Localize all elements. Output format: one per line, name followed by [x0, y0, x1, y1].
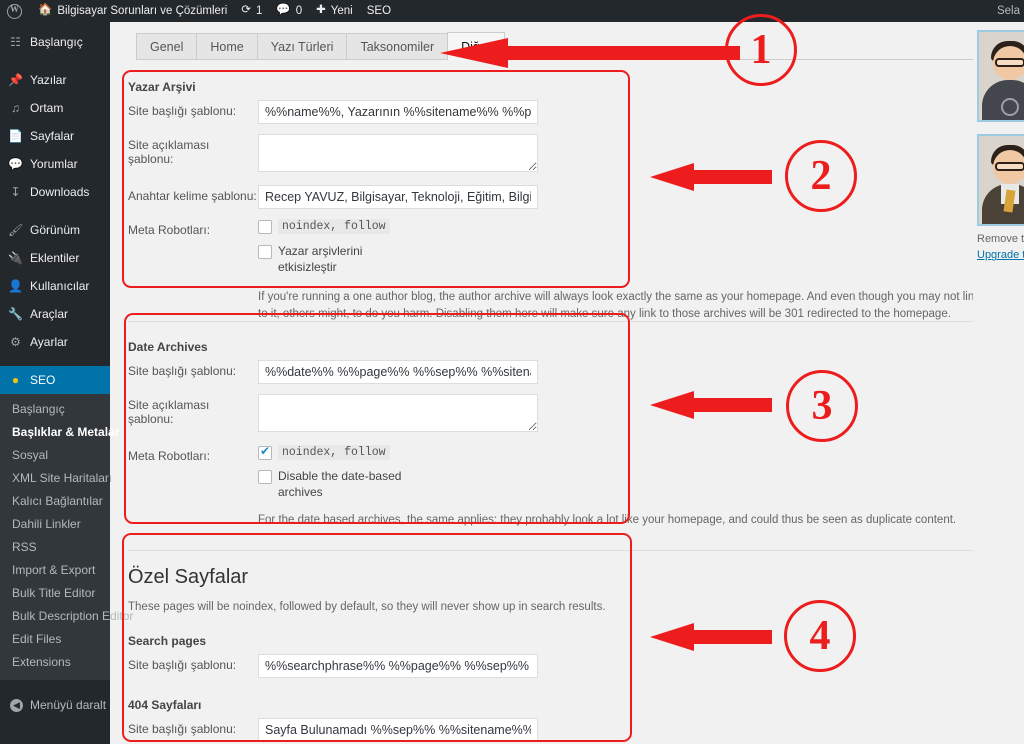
- highlight-box-special-pages: [122, 533, 632, 742]
- tab-home[interactable]: Home: [196, 33, 258, 59]
- pin-icon: 📌: [8, 73, 23, 87]
- seo-label: SEO: [366, 5, 392, 17]
- sidebar-item-label: Başlangıç: [30, 35, 83, 49]
- tab-genel[interactable]: Genel: [136, 33, 198, 59]
- avatar: [977, 134, 1024, 226]
- tab-yazi-turleri[interactable]: Yazı Türleri: [256, 33, 348, 59]
- account-label: Sela: [996, 5, 1020, 17]
- sidebar-item-yazilar[interactable]: 📌 Yazılar: [0, 66, 110, 94]
- sidebar-item-downloads[interactable]: ↧ Downloads: [0, 178, 110, 206]
- dashboard-icon: ☷: [10, 35, 21, 49]
- sidebar-item-label: Ortam: [30, 101, 64, 115]
- submenu-item-import-export[interactable]: Import & Export: [0, 559, 110, 582]
- sidebar-item-araclar[interactable]: 🔧 Araçlar: [0, 300, 110, 328]
- sidebar-item-label: Sayfalar: [30, 129, 75, 143]
- promo-sidebar: Remove t Upgrade t: [973, 22, 1024, 744]
- tab-taksonomiler[interactable]: Taksonomiler: [346, 33, 449, 59]
- account-menu[interactable]: Sela: [990, 0, 1024, 22]
- sidebar-item-seo[interactable]: ● SEO: [0, 366, 118, 394]
- sidebar-item-label: Ayarlar: [30, 335, 68, 349]
- submenu-item-bulk-title-editor[interactable]: Bulk Title Editor: [0, 582, 110, 605]
- seo-menu[interactable]: SEO: [360, 0, 398, 22]
- submenu-item-sosyal[interactable]: Sosyal: [0, 444, 110, 467]
- seo-submenu: Başlangıç Başlıklar & Metalar Sosyal XML…: [0, 394, 133, 680]
- submenu-item-kalici-baglantilar[interactable]: Kalıcı Bağlantılar: [0, 490, 110, 513]
- sidebar-item-label: SEO: [30, 373, 56, 387]
- sidebar-item-sayfalar[interactable]: 📄 Sayfalar: [0, 122, 110, 150]
- plus-icon: ✚: [316, 4, 326, 17]
- sidebar-item-kullanicilar[interactable]: 👤 Kullanıcılar: [0, 272, 110, 300]
- submenu-item-rss[interactable]: RSS: [0, 536, 110, 559]
- updates-menu[interactable]: ⟳ 1: [234, 0, 269, 22]
- admin-bar: 🏠 Bilgisayar Sorunları ve Çözümleri ⟳ 1 …: [0, 0, 1024, 22]
- sidebar-item-label: Kullanıcılar: [30, 279, 90, 293]
- annotation-marker-4: 4: [784, 600, 856, 672]
- submenu-item-bulk-description-editor[interactable]: Bulk Description Editor: [0, 605, 133, 628]
- tools-icon: 🔧: [8, 307, 23, 321]
- collapse-arrow-icon: ◀: [10, 698, 23, 712]
- submenu-item-basliklar-metalar[interactable]: Başlıklar & Metalar: [0, 421, 119, 444]
- plugins-icon: 🔌: [8, 251, 23, 265]
- appearance-icon: 🖌: [8, 223, 24, 237]
- download-icon: ↧: [10, 185, 21, 199]
- annotation-arrow-2: [650, 163, 772, 191]
- media-icon: ♫: [11, 101, 20, 115]
- avatar: [977, 30, 1024, 122]
- screen: 🏠 Bilgisayar Sorunları ve Çözümleri ⟳ 1 …: [0, 0, 1024, 744]
- sidebar-item-eklentiler[interactable]: 🔌 Eklentiler: [0, 244, 110, 272]
- new-label: Yeni: [330, 5, 353, 17]
- collapse-menu-button[interactable]: ◀ Menüyü daralt: [0, 690, 110, 720]
- updates-count: 1: [255, 5, 263, 17]
- sidebar-item-label: Downloads: [30, 185, 90, 199]
- settings-icon: ⚙: [10, 335, 21, 349]
- yoast-seo-icon: ●: [11, 373, 20, 387]
- highlight-box-author-archive: [122, 70, 630, 288]
- comment-icon: 💬: [276, 4, 291, 17]
- sidebar-item-baslangic[interactable]: ☷ Başlangıç: [0, 28, 110, 56]
- upgrade-link[interactable]: Upgrade t: [977, 249, 1024, 261]
- site-name-menu[interactable]: 🏠 Bilgisayar Sorunları ve Çözümleri: [31, 0, 234, 22]
- submenu-item-dahili-linkler[interactable]: Dahili Linkler: [0, 513, 110, 536]
- sidebar-item-ayarlar[interactable]: ⚙ Ayarlar: [0, 328, 110, 356]
- annotation-arrow-3: [650, 391, 772, 419]
- remove-ads-text: Remove t: [977, 233, 1024, 245]
- submenu-item-xml-site-haritalari[interactable]: XML Site Haritaları: [0, 467, 112, 490]
- sidebar-item-label: Araçlar: [30, 307, 69, 321]
- annotation-marker-2: 2: [785, 140, 857, 212]
- submenu-item-edit-files[interactable]: Edit Files: [0, 628, 110, 651]
- updates-icon: ⟳: [241, 4, 251, 17]
- comment-icon: 💬: [8, 157, 23, 171]
- highlight-box-date-archive: [124, 313, 630, 524]
- comments-count: 0: [295, 5, 303, 17]
- wordpress-logo-icon[interactable]: [0, 0, 31, 22]
- annotation-marker-1: 1: [725, 14, 797, 86]
- sidebar-item-label: Görünüm: [30, 223, 81, 237]
- comments-menu[interactable]: 💬 0: [269, 0, 309, 22]
- annotation-arrow-4: [650, 623, 772, 651]
- sidebar-item-gorunum[interactable]: 🖌 Görünüm: [0, 216, 110, 244]
- admin-sidebar: ☷ Başlangıç 📌 Yazılar ♫ Ortam 📄 Sayfalar…: [0, 22, 133, 744]
- sidebar-item-yorumlar[interactable]: 💬 Yorumlar: [0, 150, 110, 178]
- annotation-marker-3: 3: [786, 370, 858, 442]
- users-icon: 👤: [8, 279, 23, 293]
- submenu-item-baslangic[interactable]: Başlangıç: [0, 398, 110, 421]
- sidebar-item-label: Yazılar: [30, 73, 67, 87]
- sidebar-item-label: Eklentiler: [30, 251, 80, 265]
- sidebar-item-label: Yorumlar: [30, 157, 78, 171]
- collapse-menu-label: Menüyü daralt: [30, 698, 107, 712]
- annotation-arrow-1: [440, 38, 740, 68]
- pages-icon: 📄: [8, 129, 23, 143]
- submenu-item-extensions[interactable]: Extensions: [0, 651, 110, 674]
- sidebar-item-ortam[interactable]: ♫ Ortam: [0, 94, 110, 122]
- site-name-label: Bilgisayar Sorunları ve Çözümleri: [57, 5, 228, 17]
- home-icon: 🏠: [38, 4, 53, 17]
- new-content-menu[interactable]: ✚ Yeni: [309, 0, 360, 22]
